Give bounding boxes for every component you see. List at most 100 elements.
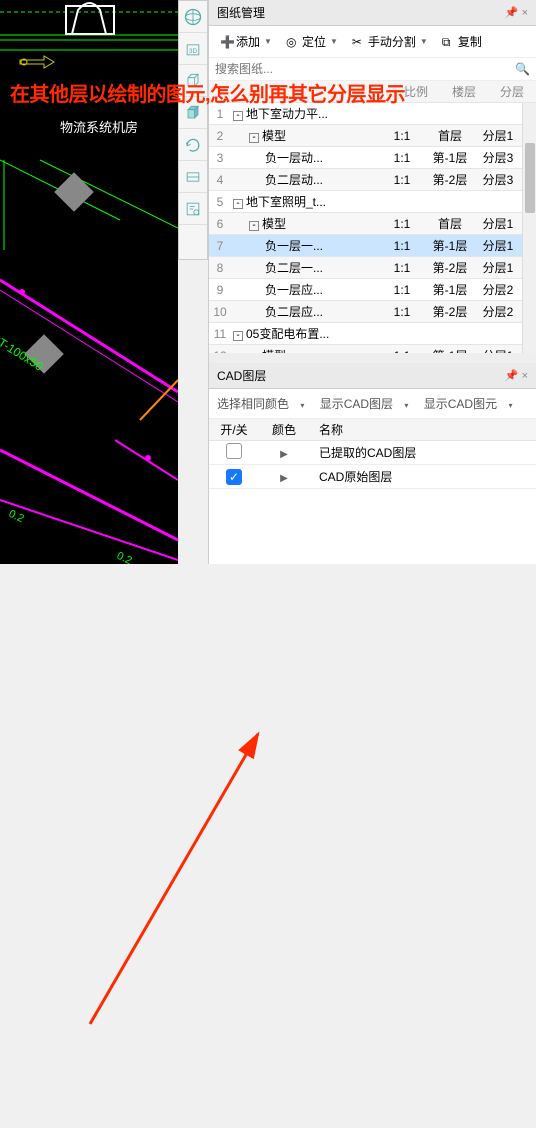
- col-floor[interactable]: 楼层: [440, 83, 488, 100]
- col-layer[interactable]: 分层: [488, 83, 536, 100]
- cad-layer-header: CAD图层 📌 ×: [209, 363, 536, 389]
- col-cad-name[interactable]: 名称: [309, 421, 536, 438]
- row-layer: 分层3: [474, 149, 522, 166]
- row-index: 2: [209, 129, 231, 143]
- row-name: -模型: [231, 215, 378, 232]
- checkbox[interactable]: [226, 443, 242, 459]
- tree-row[interactable]: 3负一层动...1:1第-1层分层3: [209, 147, 522, 169]
- row-name: -地下室动力平...: [231, 105, 378, 122]
- row-ratio: 1:1: [378, 305, 426, 319]
- opt-same-color[interactable]: 选择相同颜色 ▾: [217, 397, 310, 411]
- tree-row[interactable]: 9负一层应...1:1第-1层分层2: [209, 279, 522, 301]
- row-name: 负一层一...: [231, 237, 378, 254]
- locate-button[interactable]: ◎定位▼: [281, 30, 343, 53]
- scrollbar[interactable]: [522, 103, 536, 353]
- split-button[interactable]: ✂手动分割▼: [347, 30, 433, 53]
- row-index: 9: [209, 283, 231, 297]
- row-index: 3: [209, 151, 231, 165]
- row-layer: 分层1: [474, 259, 522, 276]
- expander-icon[interactable]: -: [233, 111, 243, 121]
- plus-icon: ➕: [220, 35, 234, 49]
- scissors-icon: ✂: [352, 35, 366, 49]
- search-icon[interactable]: 🔍: [515, 62, 530, 76]
- row-layer: 分层2: [474, 303, 522, 320]
- col-color[interactable]: 颜色: [259, 421, 309, 438]
- tool-3d[interactable]: 3D: [179, 33, 207, 65]
- row-index: 11: [209, 327, 231, 341]
- cad-layer-row[interactable]: ▶已提取的CAD图层: [209, 441, 536, 465]
- expander-icon[interactable]: -: [249, 221, 259, 231]
- tool-cube-solid[interactable]: [179, 97, 207, 129]
- cad-layer-options: 选择相同颜色 ▾ 显示CAD图层 ▾ 显示CAD图元 ▾: [209, 389, 536, 419]
- cad-num-b: 0.2: [115, 550, 134, 564]
- target-icon: ◎: [286, 35, 300, 49]
- expand-icon[interactable]: ▶: [280, 449, 288, 460]
- cad-layer-row[interactable]: ✓ ▶ CAD原始图层: [209, 465, 536, 489]
- expander-icon[interactable]: -: [233, 331, 243, 341]
- row-floor: 首层: [426, 215, 474, 232]
- tree-row[interactable]: 8负二层一...1:1第-2层分层1: [209, 257, 522, 279]
- row-ratio: 1:1: [378, 217, 426, 231]
- pin-icon[interactable]: 📌 ×: [505, 6, 528, 19]
- cad-num-a: 0.2: [7, 508, 26, 525]
- row-index: 4: [209, 173, 231, 187]
- row-ratio: 1:1: [378, 129, 426, 143]
- col-onoff[interactable]: 开/关: [209, 421, 259, 438]
- tree-row[interactable]: 1-地下室动力平...: [209, 103, 522, 125]
- add-button[interactable]: ➕添加▼: [215, 30, 277, 53]
- search-row: 🔍: [209, 58, 536, 81]
- tool-properties[interactable]: [179, 193, 207, 225]
- opt-show-layer[interactable]: 显示CAD图层 ▾: [320, 397, 415, 411]
- row-floor: 第-1层: [426, 237, 474, 254]
- row-layer: 分层2: [474, 281, 522, 298]
- drawing-panel-header: 图纸管理 📌 ×: [209, 0, 536, 26]
- row-name: 负二层动...: [231, 171, 378, 188]
- tree-row[interactable]: 11-05变配电布置...: [209, 323, 522, 345]
- tree-row[interactable]: 6-模型1:1首层分层1: [209, 213, 522, 235]
- cad-viewport[interactable]: 物流系统机房 CT-100x50 0.2 0.2: [0, 0, 178, 564]
- row-layer: 分层1: [474, 237, 522, 254]
- cad-layer-title: CAD图层: [217, 367, 266, 384]
- tree-row[interactable]: 2-模型1:1首层分层1: [209, 125, 522, 147]
- tree-row[interactable]: 5-地下室照明_t...: [209, 191, 522, 213]
- row-layer: 分层3: [474, 171, 522, 188]
- row-ratio: 1:1: [378, 151, 426, 165]
- checkbox[interactable]: ✓: [226, 469, 242, 485]
- row-floor: 第-1层: [426, 281, 474, 298]
- drawing-tree[interactable]: 1-地下室动力平...2-模型1:1首层分层13负一层动...1:1第-1层分层…: [209, 103, 522, 353]
- tool-cube-wire[interactable]: [179, 65, 207, 97]
- row-layer: 分层1: [474, 215, 522, 232]
- row-index: 6: [209, 217, 231, 231]
- tree-row[interactable]: 4负二层动...1:1第-2层分层3: [209, 169, 522, 191]
- row-ratio: 1:1: [378, 261, 426, 275]
- expander-icon[interactable]: -: [249, 133, 259, 143]
- view-toolstrip: 3D: [178, 0, 208, 260]
- copy-button[interactable]: ⧉复制: [437, 30, 487, 53]
- tree-header: 图元 比例 楼层 分层: [209, 81, 536, 103]
- row-name: 负二层应...: [231, 303, 378, 320]
- row-ratio: 1:1: [378, 239, 426, 253]
- tree-row[interactable]: 7负一层一...1:1第-1层分层1: [209, 235, 522, 257]
- tree-row[interactable]: 12-模型1:1第-1层分层1: [209, 345, 522, 353]
- tree-row[interactable]: 10负二层应...1:1第-2层分层2: [209, 301, 522, 323]
- tool-section[interactable]: [179, 161, 207, 193]
- cad-layer-name: CAD原始图层: [309, 468, 536, 485]
- row-ratio: 1:1: [378, 173, 426, 187]
- scroll-thumb[interactable]: [525, 143, 535, 213]
- expander-icon[interactable]: -: [233, 199, 243, 209]
- row-name: 负一层应...: [231, 281, 378, 298]
- opt-show-elem[interactable]: 显示CAD图元 ▾: [424, 397, 519, 411]
- expand-icon[interactable]: ▶: [280, 473, 288, 484]
- row-floor: 第-2层: [426, 303, 474, 320]
- pin-icon-2[interactable]: 📌 ×: [505, 369, 528, 382]
- row-name: -模型: [231, 127, 378, 144]
- row-index: 10: [209, 305, 231, 319]
- tool-rotate[interactable]: [179, 129, 207, 161]
- tool-globe[interactable]: [179, 1, 207, 33]
- col-ratio[interactable]: 比例: [392, 83, 440, 100]
- search-input[interactable]: [215, 62, 515, 76]
- cad-layer-rows: ▶已提取的CAD图层 ✓ ▶ CAD原始图层: [209, 441, 536, 489]
- row-floor: 第-2层: [426, 259, 474, 276]
- row-floor: 第-1层: [426, 149, 474, 166]
- row-name: 负二层一...: [231, 259, 378, 276]
